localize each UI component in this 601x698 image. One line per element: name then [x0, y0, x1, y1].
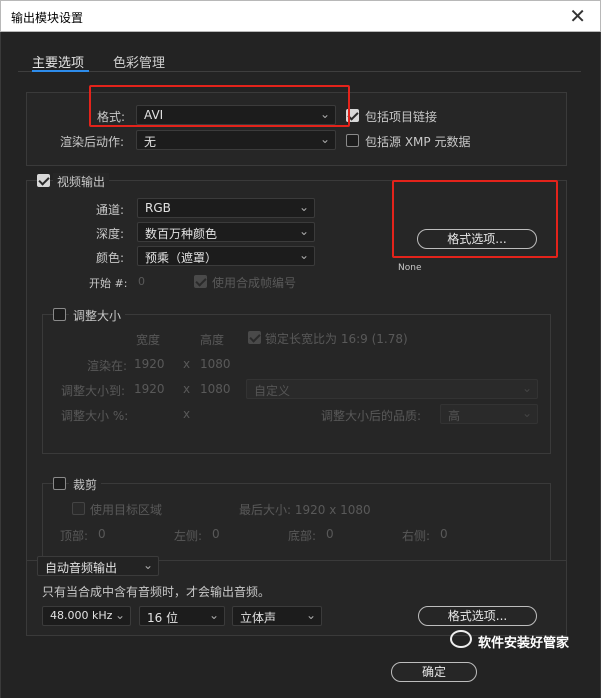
close-icon[interactable]: ✕ — [569, 4, 586, 28]
color-dropdown[interactable]: 预乘（遮罩） ⌄ — [137, 246, 315, 266]
resize-quality-value: 高 — [448, 409, 461, 423]
resize-group: 调整大小 宽度 高度 锁定长宽比为 16:9 (1.78) 渲染在: 1920 … — [42, 307, 551, 454]
audio-panel: 自动音频输出 ⌄ 只有当合成中含有音频时，才会输出音频。 48.000 kHz … — [26, 556, 567, 636]
depth-value: 数百万种颜色 — [145, 227, 218, 241]
chevron-down-icon: ⌄ — [114, 608, 125, 622]
resize-to-label: 调整大小到: — [61, 384, 126, 398]
resize-title: 调整大小 — [69, 307, 126, 324]
post-render-dropdown[interactable]: 无 ⌄ — [136, 130, 336, 150]
audio-rate-dropdown[interactable]: 48.000 kHz ⌄ — [42, 606, 131, 626]
use-roi-label: 使用目标区域 — [90, 503, 163, 517]
crop-bottom-label: 底部: — [288, 529, 317, 543]
audio-rate-value: 48.000 kHz — [50, 609, 113, 622]
channels-label: 通道: — [96, 203, 125, 217]
resize-quality-label: 调整大小后的品质: — [321, 409, 422, 423]
chevron-down-icon: ⌄ — [142, 558, 153, 572]
lock-aspect-label: 锁定长宽比为 16:9 (1.78) — [265, 332, 408, 346]
audio-channels-dropdown[interactable]: 立体声 ⌄ — [232, 606, 322, 626]
crop-right-value: 0 — [440, 527, 448, 541]
audio-bits-dropdown[interactable]: 16 位 ⌄ — [139, 606, 225, 626]
chevron-down-icon: ⌄ — [521, 406, 532, 420]
audio-mode-value: 自动音频输出 — [45, 561, 118, 575]
channels-value: RGB — [145, 201, 171, 215]
crop-bottom-value: 0 — [326, 527, 334, 541]
resize-checkbox[interactable] — [53, 308, 66, 321]
post-render-value: 无 — [144, 135, 157, 149]
video-output-checkbox[interactable] — [37, 174, 50, 187]
use-comp-frame-checkbox[interactable] — [194, 275, 207, 288]
audio-bits-value: 16 位 — [147, 611, 179, 625]
watermark-text: 软件安装好管家 — [478, 636, 570, 651]
chevron-down-icon: ⌄ — [521, 381, 532, 395]
include-xmp-label: 包括源 XMP 元数据 — [365, 135, 471, 149]
audio-format-options-button[interactable]: 格式选项... — [418, 606, 537, 626]
resize-height: 1080 — [200, 382, 231, 396]
start-frame-value: 0 — [138, 275, 145, 288]
height-header: 高度 — [200, 333, 225, 347]
crop-title: 裁剪 — [69, 476, 102, 493]
chevron-down-icon: ⌄ — [298, 224, 309, 238]
audio-mode-dropdown[interactable]: 自动音频输出 ⌄ — [37, 556, 159, 576]
resize-preset-dropdown[interactable]: 自定义 ⌄ — [246, 379, 538, 399]
crop-checkbox[interactable] — [53, 477, 66, 490]
crop-top-value: 0 — [98, 527, 106, 541]
render-height: 1080 — [200, 357, 231, 371]
highlight-box-format — [89, 85, 350, 127]
crop-left-value: 0 — [212, 527, 220, 541]
crop-right-label: 右侧: — [402, 529, 431, 543]
percent-x: x — [183, 407, 191, 421]
crop-group: 裁剪 使用目标区域 最后大小: 1920 x 1080 顶部: 0 左侧: 0 … — [42, 476, 551, 561]
title-bar: 输出模块设置 ✕ — [0, 0, 601, 32]
active-tab-indicator — [32, 70, 89, 72]
channels-dropdown[interactable]: RGB ⌄ — [137, 198, 315, 218]
resize-x: x — [183, 382, 191, 396]
resize-width: 1920 — [134, 382, 165, 396]
chevron-down-icon: ⌄ — [208, 608, 219, 622]
chevron-down-icon: ⌄ — [305, 608, 316, 622]
chevron-down-icon: ⌄ — [298, 248, 309, 262]
crop-top-label: 顶部: — [60, 529, 89, 543]
tab-color-management[interactable]: 色彩管理 — [113, 52, 165, 71]
use-roi-checkbox[interactable] — [72, 502, 85, 515]
watermark: 软件安装好管家 — [448, 628, 601, 654]
render-x: x — [183, 357, 191, 371]
audio-note: 只有当合成中含有音频时，才会输出音频。 — [42, 585, 271, 599]
output-module-dialog: 主要选项 色彩管理 格式: AVI ⌄ 渲染后动作: 无 ⌄ 包括项目链接 包括… — [0, 32, 601, 698]
post-render-label: 渲染后动作: — [60, 135, 125, 149]
resize-percent-label: 调整大小 %: — [61, 409, 129, 423]
tab-bar: 主要选项 色彩管理 — [18, 46, 581, 72]
render-width: 1920 — [134, 357, 165, 371]
audio-channels-value: 立体声 — [240, 611, 277, 625]
crop-left-label: 左侧: — [174, 529, 203, 543]
highlight-box-format-options — [392, 180, 558, 258]
chevron-down-icon: ⌄ — [298, 200, 309, 214]
chevron-down-icon: ⌄ — [319, 132, 330, 146]
ok-button[interactable]: 确定 — [391, 662, 477, 682]
tab-main-options[interactable]: 主要选项 — [32, 52, 84, 71]
window-title: 输出模块设置 — [11, 11, 84, 25]
width-header: 宽度 — [136, 333, 161, 347]
codec-info: None — [398, 263, 422, 273]
depth-label: 深度: — [96, 227, 125, 241]
use-comp-frame-label: 使用合成帧编号 — [212, 276, 297, 290]
depth-dropdown[interactable]: 数百万种颜色 ⌄ — [137, 222, 315, 242]
render-at-label: 渲染在: — [87, 359, 128, 373]
include-xmp-checkbox[interactable] — [346, 134, 359, 147]
resize-quality-dropdown[interactable]: 高 ⌄ — [440, 404, 538, 424]
final-size-label: 最后大小: 1920 x 1080 — [239, 503, 371, 517]
wechat-icon — [450, 630, 472, 648]
color-value: 预乘（遮罩） — [145, 251, 218, 265]
start-frame-label: 开始 #: — [89, 277, 128, 290]
lock-aspect-checkbox[interactable] — [248, 331, 261, 344]
color-label: 颜色: — [96, 251, 125, 265]
include-project-link-label: 包括项目链接 — [365, 110, 438, 124]
resize-preset-value: 自定义 — [254, 384, 291, 398]
video-output-title: 视频输出 — [53, 173, 110, 190]
